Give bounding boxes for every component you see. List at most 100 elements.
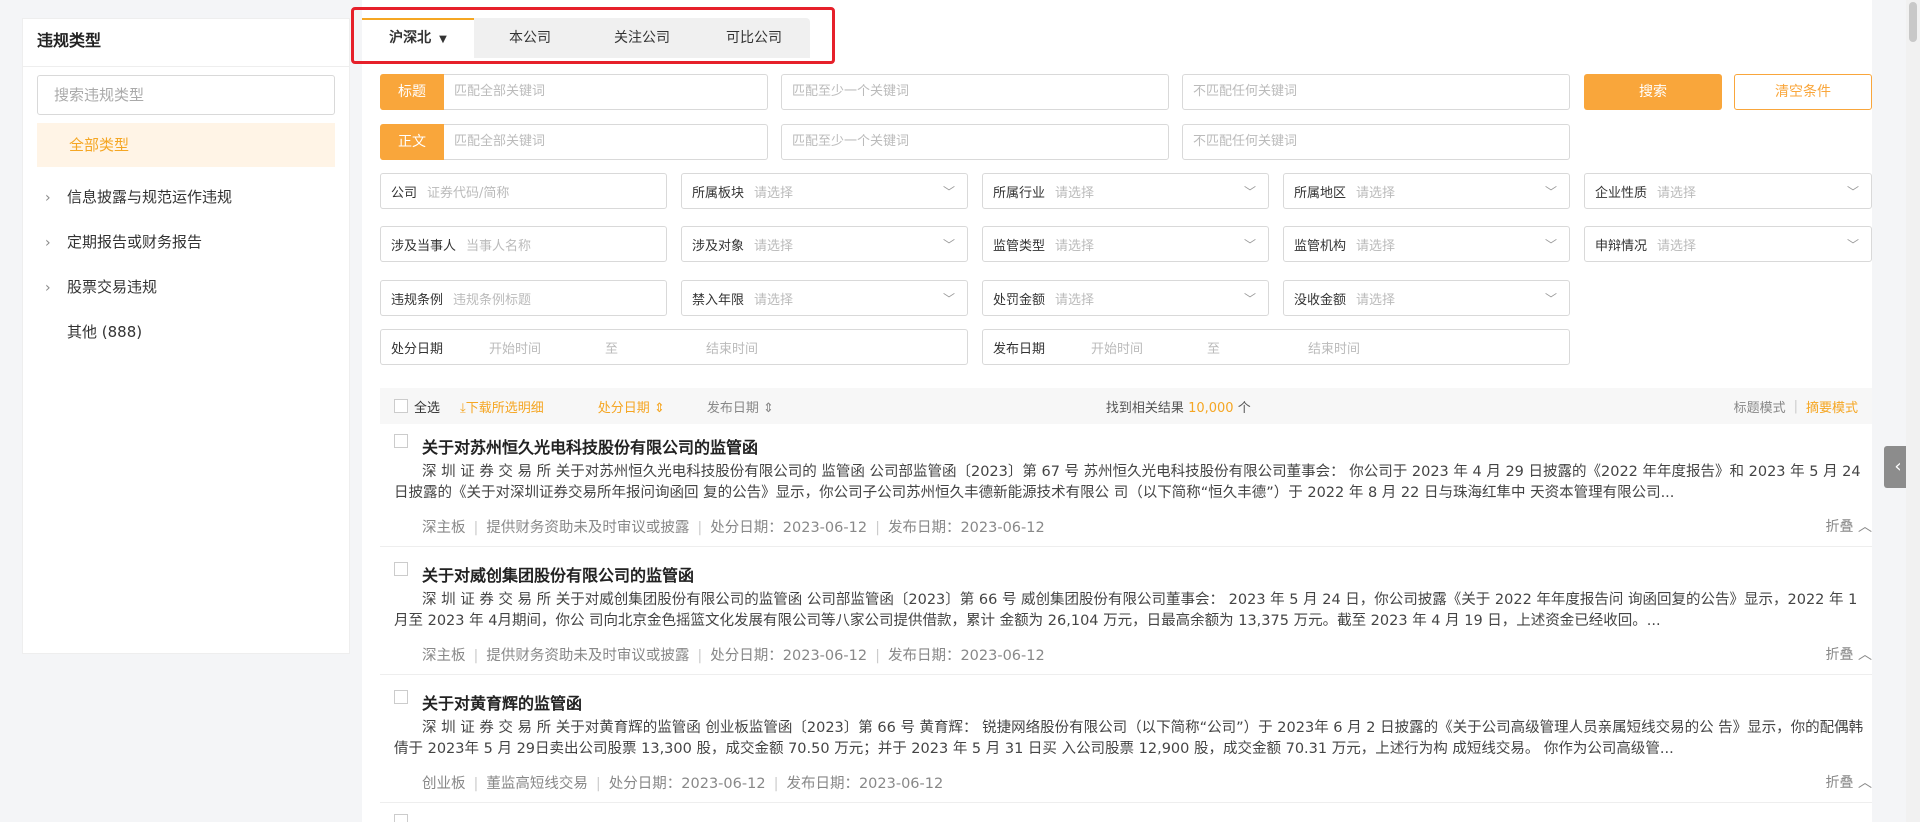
item-board: 深主板	[422, 648, 466, 664]
checkbox[interactable]	[394, 399, 408, 413]
filter-label: 处罚金额	[993, 292, 1046, 308]
fold-button[interactable]: 折叠 ︿	[1826, 772, 1872, 792]
sidebar-item-disclosure[interactable]: › 信息披露与规范运作违规	[23, 175, 349, 220]
item-violation: 提供财务资助未及时审议或披露	[486, 520, 690, 536]
body-match-any-input[interactable]: 匹配至少一个关键词	[781, 124, 1169, 160]
download-selected-button[interactable]: ⤓下载所选明细	[460, 397, 544, 416]
sidebar-item-other[interactable]: 其他 (888)	[23, 310, 349, 355]
item-meta: 深主板 | 提供财务资助未及时审议或披露 | 处分日期：2023-06-12 | 发布日期：…	[422, 644, 1045, 665]
search-button[interactable]: 搜索	[1584, 74, 1722, 110]
filter-label: 监管类型	[993, 238, 1046, 254]
confiscation-select[interactable]: 没收金额 请选择 ﹀	[1283, 280, 1570, 316]
supervision-type-select[interactable]: 监管类型 请选择 ﹀	[982, 226, 1269, 262]
start-date-input[interactable]: 开始时间	[1091, 338, 1143, 357]
chevron-down-icon: ﹀	[942, 292, 955, 306]
sort-icon: ⇕	[763, 400, 774, 416]
filter-label: 申辩情况	[1595, 238, 1648, 254]
sort-publish-date[interactable]: 发布日期 ⇕	[707, 397, 774, 416]
chevron-down-icon: ﹀	[1243, 238, 1256, 252]
region-select[interactable]: 所属地区 请选择 ﹀	[1283, 173, 1570, 209]
item-checkbox[interactable]	[394, 690, 408, 704]
item-checkbox[interactable]	[394, 814, 408, 822]
body-match-none-input[interactable]: 不匹配任何关键词	[1182, 124, 1570, 160]
filter-label: 企业性质	[1595, 185, 1648, 201]
item-checkbox[interactable]	[394, 434, 408, 448]
filter-row-3: 违规条例 违规条例标题 禁入年限 请选择 ﹀ 处罚金额 请选择 ﹀ 没收金额 请选择 ﹀	[380, 280, 1584, 316]
item-title-link[interactable]: 关于对苏州恒久光电科技股份有限公司的监管函	[422, 434, 758, 458]
item-title-link[interactable]: 关于对黄育辉的监管函	[422, 690, 582, 714]
title-match-all-input[interactable]: 匹配全部关键词	[444, 74, 768, 110]
filter-placeholder: 请选择	[754, 238, 794, 254]
item-title-link[interactable]: 关于对威创集团股份有限公司的监管函	[422, 562, 694, 586]
item-checkbox[interactable]	[394, 562, 408, 576]
select-all-checkbox[interactable]: 全选	[394, 397, 440, 416]
filter-placeholder: 证券代码/简称	[427, 185, 510, 201]
title-keyword-label[interactable]: 标题	[380, 74, 444, 110]
violation-type-search-input[interactable]: 搜索违规类型	[37, 75, 335, 115]
fold-button[interactable]: 折叠 ︿	[1826, 644, 1872, 664]
ban-years-select[interactable]: 禁入年限 请选择 ﹀	[681, 280, 968, 316]
penalty-date-range[interactable]: 处分日期 开始时间 至 结束时间	[380, 329, 968, 365]
chevron-up-icon: ︿	[1858, 519, 1872, 535]
mode-title-toggle[interactable]: 标题模式	[1734, 397, 1786, 416]
enterprise-nature-select[interactable]: 企业性质 请选择 ﹀	[1584, 173, 1872, 209]
sidebar-item-all-types[interactable]: 全部类型	[37, 123, 335, 167]
item-summary: 深 圳 证 券 交 易 所 关于对苏州恒久光电科技股份有限公司的 监管函 公司部…	[394, 464, 1861, 501]
item-penalty-date: 处分日期：2023-06-12	[710, 520, 868, 536]
item-penalty-date: 处分日期：2023-06-12	[710, 648, 868, 664]
sort-penalty-date[interactable]: 处分日期 ⇕	[598, 397, 665, 416]
title-match-any-input[interactable]: 匹配至少一个关键词	[781, 74, 1169, 110]
item-summary: 深 圳 证 券 交 易 所 关于对威创集团股份有限公司的监管函 公司部监管函〔2…	[394, 592, 1858, 629]
sidebar-item-stock-trading[interactable]: › 股票交易违规	[23, 265, 349, 310]
body-keyword-label[interactable]: 正文	[380, 124, 444, 160]
industry-select[interactable]: 所属行业 请选择 ﹀	[982, 173, 1269, 209]
scrollbar-thumb[interactable]	[1909, 2, 1917, 42]
clause-filter[interactable]: 违规条例 违规条例标题	[380, 280, 667, 316]
end-date-input[interactable]: 结束时间	[706, 338, 758, 357]
publish-date-range[interactable]: 发布日期 开始时间 至 结束时间	[982, 329, 1570, 365]
agency-select[interactable]: 监管机构 请选择 ﹀	[1283, 226, 1570, 262]
chevron-left-icon: ‹	[1894, 456, 1902, 477]
end-date-input[interactable]: 结束时间	[1308, 338, 1360, 357]
result-count-value: 10,000	[1188, 400, 1234, 416]
sidebar-title: 违规类型	[23, 19, 349, 67]
body-match-all-input[interactable]: 匹配全部关键词	[444, 124, 768, 160]
party-filter[interactable]: 涉及当事人 当事人名称	[380, 226, 667, 262]
chevron-down-icon: ﹀	[1544, 292, 1557, 306]
item-publish-date: 发布日期：2023-06-12	[887, 520, 1045, 536]
result-count: 找到相关结果 10,000 个	[1106, 397, 1251, 416]
company-filter[interactable]: 公司 证券代码/简称	[380, 173, 667, 209]
title-match-none-input[interactable]: 不匹配任何关键词	[1182, 74, 1570, 110]
divider: |	[1793, 398, 1798, 414]
clear-conditions-button[interactable]: 清空条件	[1734, 74, 1872, 110]
filter-row-2: 涉及当事人 当事人名称 涉及对象 请选择 ﹀ 监管类型 请选择 ﹀ 监管机构 请选择 ﹀ 申辩…	[380, 226, 1872, 262]
main-panel: 沪深北 ▼ 本公司 关注公司 可比公司 标题 匹配全部关键词 匹配至少一个关键词 …	[362, 0, 1872, 822]
mode-summary-toggle[interactable]: 摘要模式	[1806, 397, 1858, 416]
fold-label: 折叠	[1825, 647, 1854, 663]
chevron-down-icon: ﹀	[1846, 238, 1859, 252]
filter-placeholder: 违规条例标题	[453, 292, 532, 308]
chevron-right-icon: ›	[45, 235, 51, 251]
penalty-amount-select[interactable]: 处罚金额 请选择 ﹀	[982, 280, 1269, 316]
board-select[interactable]: 所属板块 请选择 ﹀	[681, 173, 968, 209]
target-select[interactable]: 涉及对象 请选择 ﹀	[681, 226, 968, 262]
fold-label: 折叠	[1825, 775, 1854, 791]
item-summary: 深 圳 证 券 交 易 所 关于对黄育辉的监管函 创业板监管函〔2023〕第 6…	[394, 720, 1864, 757]
filter-placeholder: 请选择	[1657, 185, 1697, 201]
filter-label: 没收金额	[1294, 292, 1347, 308]
sidebar-item-periodic-report[interactable]: › 定期报告或财务报告	[23, 220, 349, 265]
item-publish-date: 发布日期：2023-06-12	[887, 648, 1045, 664]
fold-button[interactable]: 折叠 ︿	[1826, 516, 1872, 536]
filter-placeholder: 请选择	[1055, 185, 1095, 201]
sidebar-item-label: 股票交易违规	[67, 278, 158, 296]
filter-placeholder: 请选择	[1356, 292, 1396, 308]
scrollbar[interactable]	[1906, 0, 1920, 822]
chevron-down-icon: ﹀	[1243, 185, 1256, 199]
start-date-input[interactable]: 开始时间	[489, 338, 541, 357]
filter-row-4: 处分日期 开始时间 至 结束时间 发布日期 开始时间 至 结束时间	[380, 329, 1570, 365]
range-separator: 至	[1207, 341, 1221, 357]
sidebar-item-label: 其他 (888)	[67, 323, 143, 341]
chevron-down-icon: ﹀	[942, 238, 955, 252]
sort-icon: ⇕	[653, 400, 665, 416]
appeal-select[interactable]: 申辩情况 请选择 ﹀	[1584, 226, 1872, 262]
